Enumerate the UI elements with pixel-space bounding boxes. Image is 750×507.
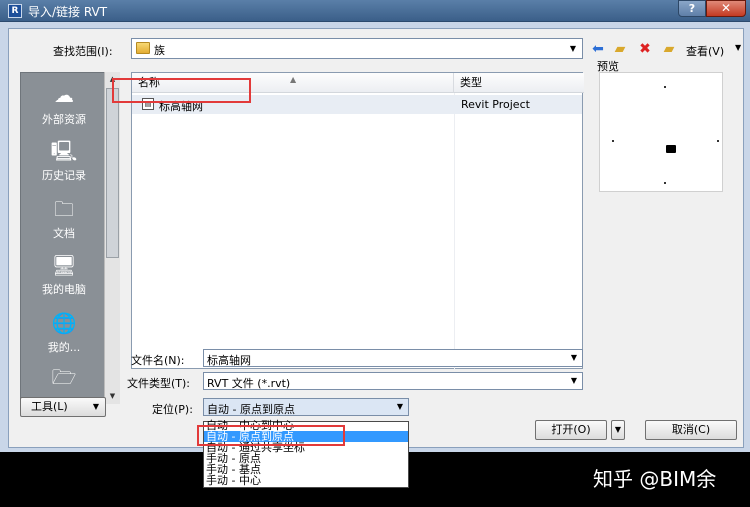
revit-app-icon: R <box>8 4 22 18</box>
place-label: 我的... <box>47 341 81 354</box>
preview-mark <box>717 140 719 142</box>
lookin-label: 查找范围(I): <box>53 45 113 58</box>
views-chevron-down-icon[interactable]: ▼ <box>735 43 741 52</box>
watermark: 知乎 @BIM余 <box>593 467 717 491</box>
place-documents[interactable]: 🗀 文档 <box>21 197 107 241</box>
delete-icon[interactable]: ✖ <box>637 41 653 57</box>
column-header-type[interactable]: 类型 <box>454 73 584 93</box>
place-history[interactable]: 🖳 历史记录 <box>21 139 107 183</box>
filetype-value: RVT 文件 (*.rvt) <box>207 377 291 390</box>
places-scrollbar[interactable]: ▲ ▼ <box>104 72 120 404</box>
cancel-button[interactable]: 取消(C) <box>645 420 737 440</box>
lookin-value: 族 <box>154 44 165 57</box>
window-title: 导入/链接 RVT <box>28 5 108 19</box>
cloud-icon: ☁ <box>54 83 74 107</box>
place-favorites[interactable]: 🗁 <box>21 365 107 393</box>
lookin-combo[interactable]: 族 ▼ <box>131 38 583 59</box>
filetype-select[interactable]: RVT 文件 (*.rvt) ▼ <box>203 372 583 390</box>
folder-icon <box>136 42 150 54</box>
history-icon: 🖳 <box>50 139 78 163</box>
scroll-thumb[interactable] <box>106 88 119 258</box>
new-folder-icon[interactable]: ▰ <box>661 41 677 57</box>
chevron-down-icon[interactable]: ▼ <box>394 400 406 414</box>
network-icon: 🌐 <box>51 311 77 335</box>
back-arrow-icon[interactable]: ⬅ <box>590 41 606 57</box>
documents-icon: 🗀 <box>54 197 74 221</box>
help-button[interactable]: ? <box>678 0 706 17</box>
positioning-select[interactable]: 自动 - 原点到原点 ▼ <box>203 398 409 416</box>
filename-input[interactable]: 标高轴网 ▼ <box>203 349 583 367</box>
dropdown-option[interactable]: 手动 - 中心 <box>204 475 408 486</box>
preview-image <box>599 72 723 192</box>
chevron-down-icon: ▼ <box>92 402 99 411</box>
title-bar[interactable]: R 导入/链接 RVT ? ✕ <box>0 0 750 22</box>
place-label: 文档 <box>53 227 75 240</box>
place-label: 历史记录 <box>42 169 86 182</box>
file-type: Revit Project <box>461 98 530 111</box>
up-folder-icon[interactable]: ▰ <box>612 41 628 57</box>
open-options-chevron-down-icon[interactable]: ▼ <box>611 420 625 440</box>
positioning-value: 自动 - 原点到原点 <box>207 403 295 416</box>
views-menu-button[interactable]: 查看(V) <box>686 43 724 59</box>
chevron-down-icon[interactable]: ▼ <box>568 351 580 365</box>
sort-ascending-icon: ▲ <box>290 75 297 84</box>
place-external-resources[interactable]: ☁ 外部资源 <box>21 83 107 127</box>
filename-label: 文件名(N): <box>131 354 185 367</box>
preview-mark <box>612 140 614 142</box>
favorites-folder-icon: 🗁 <box>51 365 77 389</box>
scroll-down-icon[interactable]: ▼ <box>105 389 120 404</box>
tools-button[interactable]: 工具(L) ▼ <box>20 397 106 417</box>
open-button[interactable]: 打开(O) <box>535 420 607 440</box>
chevron-down-icon[interactable]: ▼ <box>566 41 580 56</box>
filetype-label: 文件类型(T): <box>127 377 191 390</box>
chevron-down-icon[interactable]: ▼ <box>568 374 580 388</box>
close-button[interactable]: ✕ <box>706 0 746 17</box>
preview-mark <box>664 86 666 88</box>
place-my-network[interactable]: 🌐 我的... <box>21 311 107 355</box>
place-my-computer[interactable]: 🖥 我的电脑 <box>21 253 107 297</box>
file-list[interactable]: 名称 ▲ 类型 ▤ 标高轴网 Revit Project <box>131 72 584 369</box>
filename-value: 标高轴网 <box>207 354 251 367</box>
computer-icon: 🖥 <box>51 253 77 277</box>
highlight-selected-option <box>197 425 345 446</box>
place-label: 外部资源 <box>42 113 86 126</box>
column-divider <box>454 93 455 369</box>
positioning-label: 定位(P): <box>152 403 193 416</box>
place-label: 我的电脑 <box>42 283 86 296</box>
highlight-file-row <box>112 78 251 103</box>
preview-mark <box>666 145 676 153</box>
preview-mark <box>664 182 666 184</box>
